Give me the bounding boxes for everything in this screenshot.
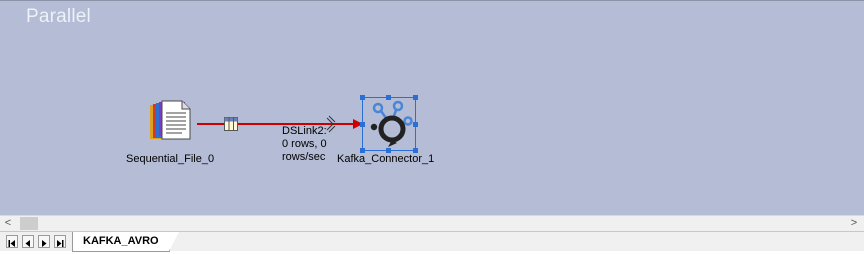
first-icon	[8, 240, 15, 247]
horizontal-scrollbar[interactable]: < >	[0, 215, 864, 231]
resize-handle-mr[interactable]	[413, 122, 418, 127]
scroll-left-button[interactable]: <	[0, 216, 16, 231]
kafka-connector-label: Kafka_Connector_1	[337, 153, 435, 165]
next-tab-button[interactable]	[38, 235, 50, 248]
prev-tab-button[interactable]	[22, 235, 34, 248]
next-icon	[42, 240, 47, 247]
resize-handle-tl[interactable]	[360, 95, 365, 100]
last-icon	[57, 240, 64, 247]
job-tab-bar: KAFKA_AVRO	[0, 231, 864, 252]
tab-kafka-avro[interactable]: KAFKA_AVRO	[72, 232, 179, 252]
link-label: DSLink2: 0 rows, 0 rows/sec	[282, 125, 342, 164]
sequential-file-label: Sequential_File_0	[126, 153, 215, 165]
job-canvas[interactable]: Parallel Sequential_File_0 DSLink2: 0 ro…	[0, 0, 864, 215]
link-metadata-icon	[224, 117, 238, 131]
sequential-file-stage[interactable]	[148, 99, 194, 145]
canvas-title: Parallel	[26, 6, 91, 27]
scroll-right-button[interactable]: >	[846, 216, 862, 231]
first-tab-button[interactable]	[6, 235, 18, 248]
resize-handle-tm[interactable]	[386, 95, 391, 100]
resize-handle-ml[interactable]	[360, 122, 365, 127]
prev-icon	[25, 240, 30, 247]
link-name: DSLink2:	[282, 125, 327, 137]
scroll-thumb[interactable]	[20, 217, 38, 230]
selection-outline	[362, 97, 416, 151]
link-rows: 0 rows, 0	[282, 138, 327, 150]
sequential-file-icon	[150, 100, 191, 140]
last-tab-button[interactable]	[54, 235, 66, 248]
resize-handle-tr[interactable]	[413, 95, 418, 100]
link-rate: rows/sec	[282, 151, 326, 163]
